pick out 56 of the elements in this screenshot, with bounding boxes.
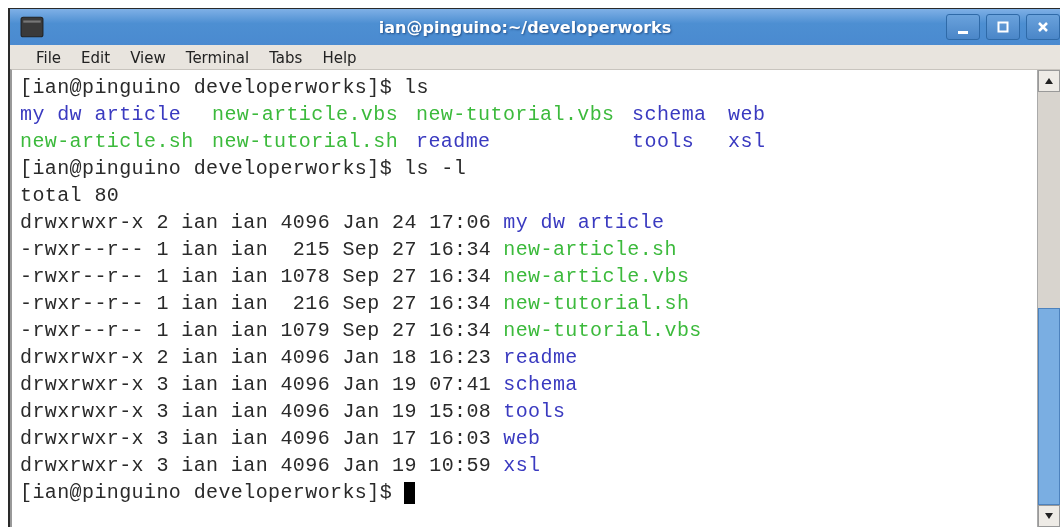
file-name: readme xyxy=(503,345,578,371)
menu-item[interactable]: Edit xyxy=(73,47,119,69)
file-name: xsl xyxy=(728,129,766,155)
file-details: -rwxr--r-- 1 ian ian 1078 Sep 27 16:34 xyxy=(20,264,492,290)
menu-item[interactable]: File xyxy=(28,47,70,69)
file-name: new-tutorial.sh xyxy=(503,291,690,317)
file-details: drwxrwxr-x 2 ian ian 4096 Jan 24 17:06 xyxy=(20,210,492,236)
file-name: new-tutorial.vbs xyxy=(503,318,702,344)
menu-item[interactable]: View xyxy=(122,47,174,69)
file-details: drwxrwxr-x 2 ian ian 4096 Jan 18 16:23 xyxy=(20,345,492,371)
file-name: my dw article xyxy=(503,210,665,236)
file-name: tools xyxy=(503,399,566,425)
scrollbar-thumb[interactable] xyxy=(1038,308,1060,505)
file-name: xsl xyxy=(503,453,541,479)
minimize-icon xyxy=(958,30,968,34)
file-name: schema xyxy=(503,372,578,398)
menu-item[interactable]: Tabs xyxy=(261,47,311,69)
command-text: ls -l xyxy=(404,156,467,182)
shell-prompt: [ian@pinguino developerworks]$ xyxy=(20,480,393,506)
shell-prompt: [ian@pinguino developerworks]$ xyxy=(20,156,393,182)
file-name: web xyxy=(503,426,541,452)
maximize-button[interactable] xyxy=(986,14,1020,40)
file-name: new-tutorial.vbs xyxy=(416,102,616,128)
close-icon xyxy=(1037,21,1049,33)
file-name: tools xyxy=(632,129,696,155)
file-name: new-article.vbs xyxy=(503,264,690,290)
file-name: new-tutorial.sh xyxy=(212,129,400,155)
down-arrow-icon xyxy=(1044,512,1054,520)
menu-item[interactable]: Help xyxy=(314,47,365,69)
file-details: drwxrwxr-x 3 ian ian 4096 Jan 19 07:41 xyxy=(20,372,492,398)
command-text: ls xyxy=(404,75,429,101)
terminal-icon xyxy=(20,16,44,38)
file-name: new-article.sh xyxy=(20,129,195,155)
file-details: drwxrwxr-x 3 ian ian 4096 Jan 19 15:08 xyxy=(20,399,492,425)
minimize-button[interactable] xyxy=(946,14,980,40)
output-text: total 80 xyxy=(20,183,120,209)
menu-item[interactable]: Terminal xyxy=(177,47,258,69)
file-name: new-article.vbs xyxy=(212,102,400,128)
file-details: drwxrwxr-x 3 ian ian 4096 Jan 17 16:03 xyxy=(20,426,492,452)
file-details: drwxrwxr-x 3 ian ian 4096 Jan 19 10:59 xyxy=(20,453,492,479)
up-arrow-icon xyxy=(1044,77,1054,85)
file-name: web xyxy=(728,102,766,128)
scroll-up-button[interactable] xyxy=(1038,70,1060,92)
file-details: -rwxr--r-- 1 ian ian 1079 Sep 27 16:34 xyxy=(20,318,492,344)
window-title: ian@pinguino:~/developerworks xyxy=(377,17,673,37)
file-name: schema xyxy=(632,102,708,128)
scroll-down-button[interactable] xyxy=(1038,505,1060,527)
close-button[interactable] xyxy=(1026,14,1060,40)
file-details: -rwxr--r-- 1 ian ian 215 Sep 27 16:34 xyxy=(20,237,492,263)
scrollbar[interactable] xyxy=(1037,70,1060,527)
file-details: -rwxr--r-- 1 ian ian 216 Sep 27 16:34 xyxy=(20,291,492,317)
maximize-icon xyxy=(997,21,1009,33)
file-name: new-article.sh xyxy=(503,237,677,263)
shell-prompt: [ian@pinguino developerworks]$ xyxy=(20,75,393,101)
file-name: readme xyxy=(416,129,492,155)
file-name: my dw article xyxy=(20,102,183,128)
